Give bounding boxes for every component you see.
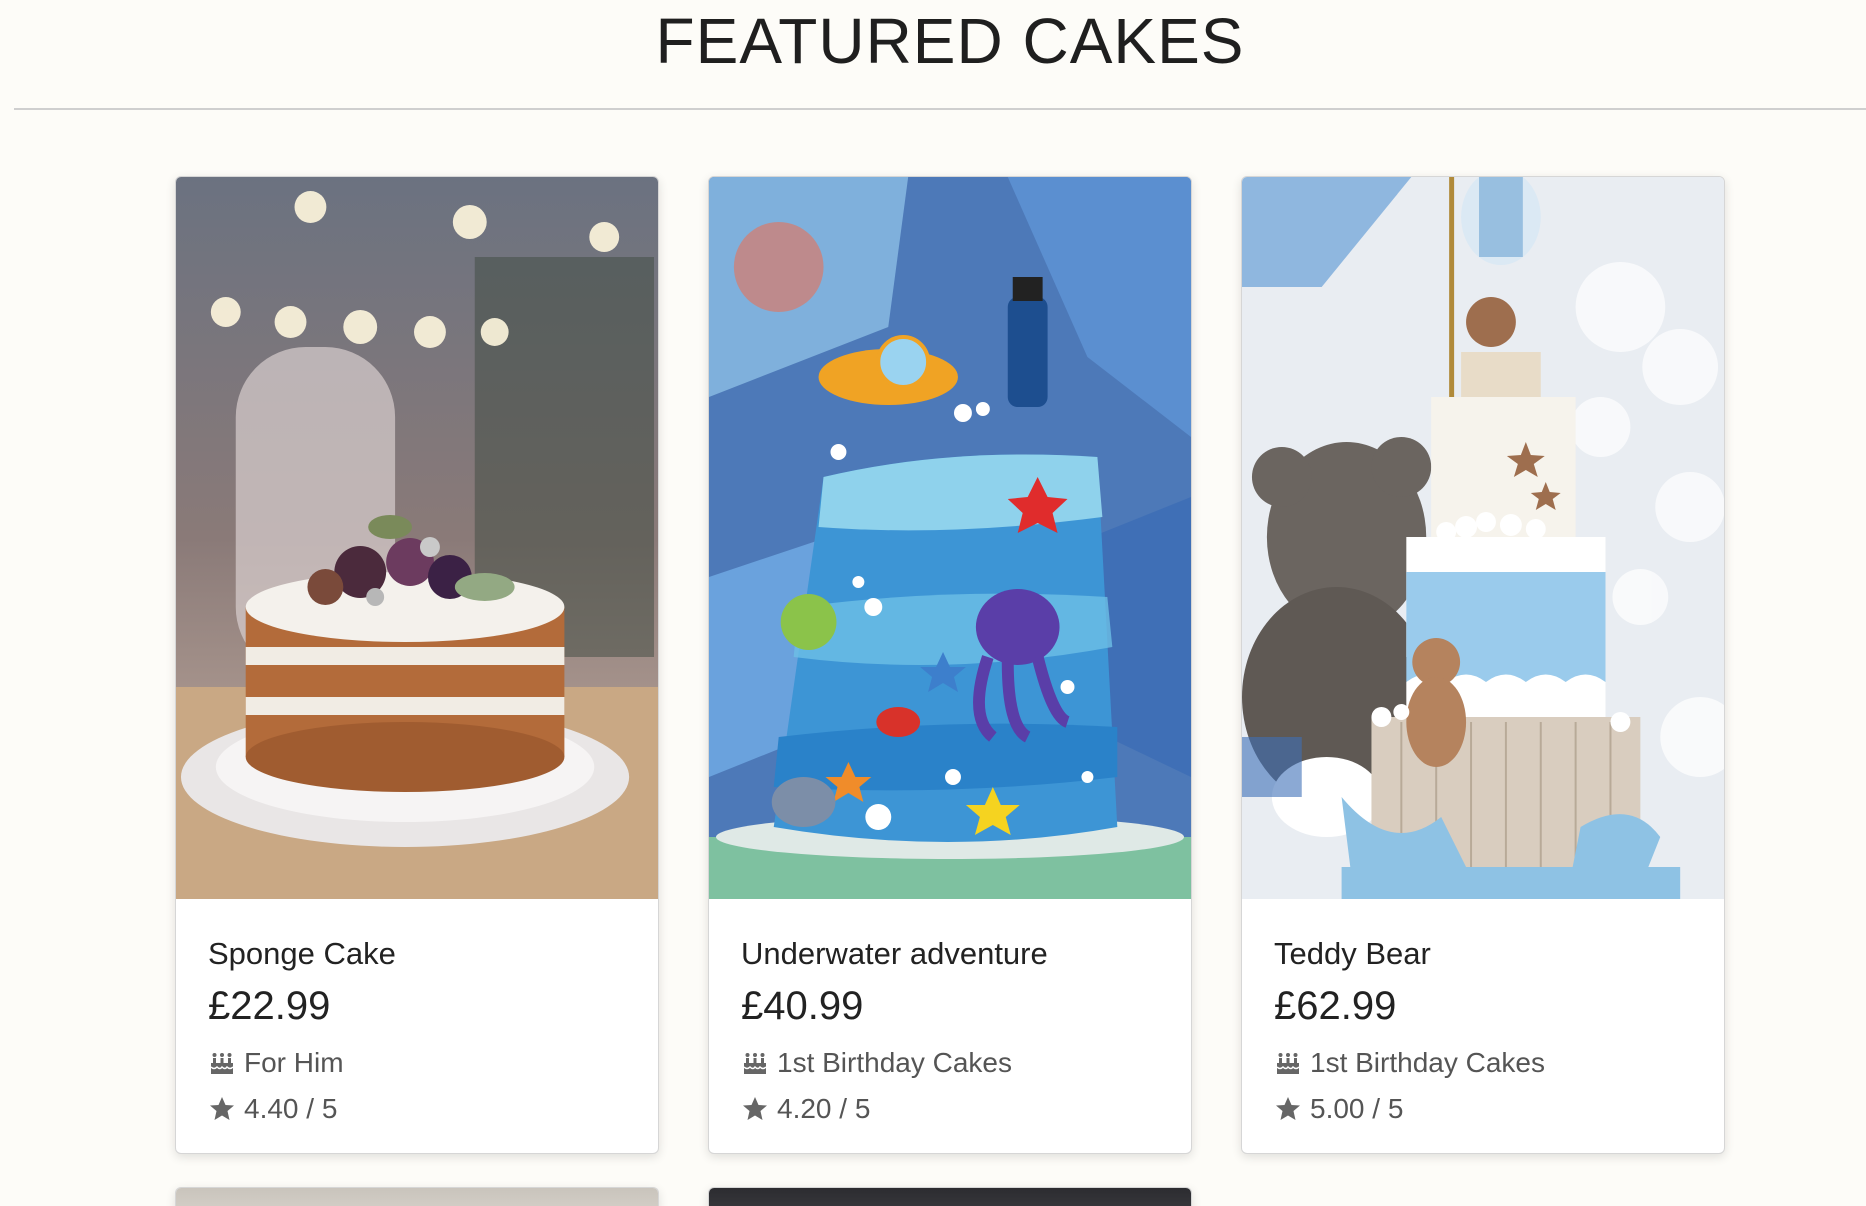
star-icon [741,1095,769,1123]
product-image[interactable] [1242,177,1724,899]
product-image[interactable] [709,177,1191,899]
star-icon [1274,1095,1302,1123]
product-price: £62.99 [1274,984,1397,1029]
product-price: £22.99 [208,984,331,1029]
category-label[interactable]: 1st Birthday Cakes [1310,1046,1545,1080]
category-label[interactable]: For Him [244,1046,344,1080]
product-name[interactable]: Underwater adventure [741,935,1159,972]
category-label[interactable]: 1st Birthday Cakes [777,1046,1012,1080]
rating-value: 5.00 / 5 [1310,1092,1404,1124]
product-category[interactable]: 1st Birthday Cakes [741,1046,1159,1080]
product-card-underwater-adventure[interactable]: Underwater adventure £40.99 1st Birthday… [708,176,1192,1154]
product-rating: 4.20 / 5 [741,1092,1159,1126]
birthday-cake-icon [741,1049,769,1077]
product-image[interactable] [176,1188,658,1206]
rating-value: 4.20 / 5 [777,1092,871,1124]
featured-cakes-page: FEATURED CAKES Sponge Cake £22.99 For Hi… [0,0,1866,1206]
rating-value: 4.40 / 5 [244,1092,338,1124]
product-category[interactable]: For Him [208,1046,626,1080]
section-divider [14,108,1866,110]
product-image[interactable] [709,1188,1191,1206]
birthday-cake-icon [1274,1049,1302,1077]
star-icon [208,1095,236,1123]
product-rating: 5.00 / 5 [1274,1092,1692,1126]
product-category[interactable]: 1st Birthday Cakes [1274,1046,1692,1080]
product-price: £40.99 [741,984,864,1029]
product-image[interactable] [176,177,658,899]
product-card-sponge-cake[interactable]: Sponge Cake £22.99 For Him 4.40 / 5 [175,176,659,1154]
product-card-partial[interactable] [708,1187,1192,1206]
product-name[interactable]: Sponge Cake [208,935,626,972]
product-name[interactable]: Teddy Bear [1274,935,1692,972]
product-card-teddy-bear[interactable]: Teddy Bear £62.99 1st Birthday Cakes 5.0… [1241,176,1725,1154]
product-rating: 4.40 / 5 [208,1092,626,1126]
section-title: FEATURED CAKES [655,5,1245,77]
birthday-cake-icon [208,1049,236,1077]
product-card-partial[interactable] [175,1187,659,1206]
